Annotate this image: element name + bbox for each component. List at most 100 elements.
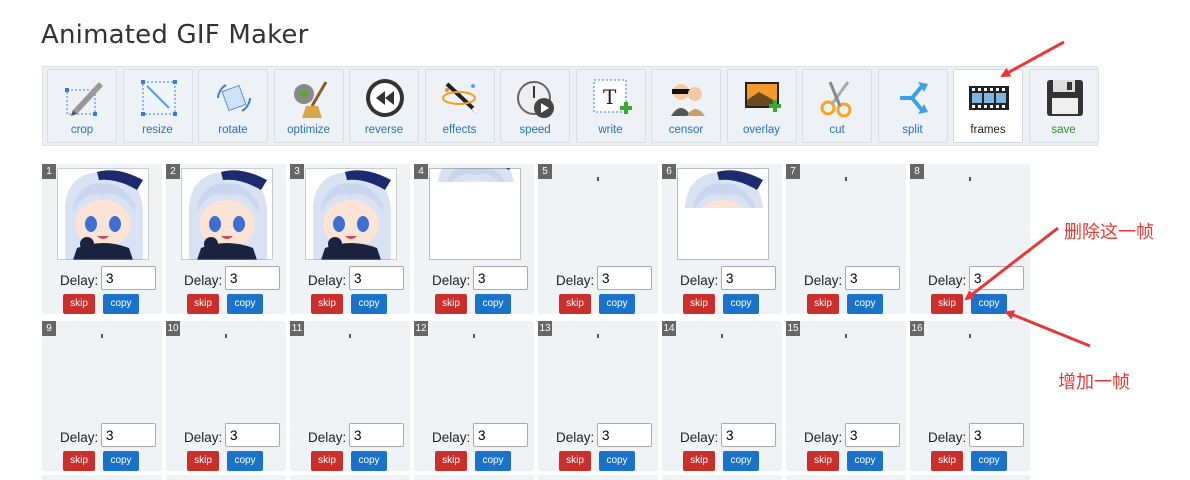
delay-input[interactable] bbox=[225, 266, 280, 290]
copy-button[interactable]: copy bbox=[351, 294, 387, 314]
frame-row-partial bbox=[662, 475, 782, 480]
toolbar-save-button[interactable]: save bbox=[1028, 69, 1099, 143]
frame-number: 15 bbox=[786, 321, 800, 336]
copy-button[interactable]: copy bbox=[227, 451, 263, 471]
skip-button[interactable]: skip bbox=[311, 294, 343, 314]
frame-thumbnail-blank bbox=[969, 177, 971, 181]
crop-icon bbox=[65, 82, 103, 116]
frame-number: 13 bbox=[538, 321, 552, 336]
toolbar-label: split bbox=[902, 124, 923, 136]
toolbar-rotate-button[interactable]: rotate bbox=[198, 69, 268, 143]
skip-button[interactable]: skip bbox=[435, 294, 467, 314]
skip-button[interactable]: skip bbox=[807, 451, 839, 471]
copy-button[interactable]: copy bbox=[971, 451, 1007, 471]
toolbar-write-button[interactable]: Twrite bbox=[575, 69, 646, 143]
copy-button[interactable]: copy bbox=[475, 451, 511, 471]
skip-button[interactable]: skip bbox=[807, 294, 839, 314]
skip-button[interactable]: skip bbox=[187, 294, 219, 314]
copy-button[interactable]: copy bbox=[723, 451, 759, 471]
frame-thumbnail-blank bbox=[349, 334, 351, 338]
toolbar-effects-button[interactable]: effects bbox=[424, 69, 495, 143]
frame-number: 12 bbox=[414, 321, 428, 336]
skip-button[interactable]: skip bbox=[435, 451, 467, 471]
delay-input[interactable] bbox=[101, 423, 156, 447]
copy-button[interactable]: copy bbox=[971, 294, 1007, 314]
frame-number: 3 bbox=[290, 164, 304, 179]
frame-row-partial bbox=[166, 475, 286, 480]
skip-button[interactable]: skip bbox=[683, 451, 715, 471]
reverse-icon bbox=[366, 79, 404, 117]
toolbar-label: resize bbox=[142, 124, 173, 136]
toolbar-resize-button[interactable]: resize bbox=[122, 69, 193, 143]
frame-number: 14 bbox=[662, 321, 676, 336]
toolbar-speed-button[interactable]: speed bbox=[500, 69, 570, 143]
delay-input[interactable] bbox=[225, 423, 280, 447]
toolbar-cut-button[interactable]: cut bbox=[802, 69, 872, 143]
frame-card: 15 Delay: skip copy bbox=[786, 321, 906, 471]
delay-input[interactable] bbox=[597, 423, 652, 447]
frame-thumbnail-blank bbox=[721, 334, 723, 338]
split-icon bbox=[899, 82, 928, 114]
delay-input[interactable] bbox=[349, 266, 404, 290]
delay-input[interactable] bbox=[473, 266, 528, 290]
delay-input[interactable] bbox=[721, 266, 776, 290]
frame-thumbnail bbox=[181, 168, 273, 260]
frame-row-partial bbox=[414, 475, 534, 480]
delay-label: Delay: bbox=[308, 273, 347, 288]
toolbar-label: censor bbox=[668, 124, 704, 136]
delay-label: Delay: bbox=[432, 273, 471, 288]
toolbar-frames-button[interactable]: frames bbox=[953, 69, 1023, 143]
skip-button[interactable]: skip bbox=[311, 451, 343, 471]
copy-button[interactable]: copy bbox=[847, 294, 883, 314]
skip-button[interactable]: skip bbox=[559, 451, 591, 471]
frame-thumbnail-blank bbox=[225, 334, 227, 338]
delay-label: Delay: bbox=[184, 273, 223, 288]
toolbar-crop-button[interactable]: crop bbox=[47, 69, 117, 143]
frame-thumbnail-blank bbox=[597, 334, 599, 338]
frame-thumbnail-blank bbox=[597, 177, 599, 181]
copy-button[interactable]: copy bbox=[103, 294, 139, 314]
delay-input[interactable] bbox=[349, 423, 404, 447]
frame-thumbnail bbox=[429, 168, 521, 260]
delay-label: Delay: bbox=[804, 430, 843, 445]
frame-card: 16 Delay: skip copy bbox=[910, 321, 1030, 471]
frame-thumbnail-blank bbox=[473, 334, 475, 338]
frame-card: 2 Delay: skip copy bbox=[166, 164, 286, 314]
copy-button[interactable]: copy bbox=[599, 451, 635, 471]
skip-button[interactable]: skip bbox=[931, 451, 963, 471]
copy-button[interactable]: copy bbox=[723, 294, 759, 314]
toolbar-label: overlay bbox=[742, 124, 781, 136]
toolbar-overlay-button[interactable]: overlay bbox=[726, 69, 797, 143]
toolbar-split-button[interactable]: split bbox=[877, 69, 948, 143]
frame-card: 8 Delay: skip copy bbox=[910, 164, 1030, 314]
copy-button[interactable]: copy bbox=[103, 451, 139, 471]
delay-input[interactable] bbox=[969, 266, 1024, 290]
delay-input[interactable] bbox=[101, 266, 156, 290]
copy-button[interactable]: copy bbox=[475, 294, 511, 314]
toolbar-censor-button[interactable]: censor bbox=[651, 69, 721, 143]
copy-button[interactable]: copy bbox=[227, 294, 263, 314]
delay-input[interactable] bbox=[721, 423, 776, 447]
copy-button[interactable]: copy bbox=[351, 451, 387, 471]
delay-label: Delay: bbox=[60, 273, 99, 288]
toolbar-reverse-button[interactable]: reverse bbox=[349, 69, 419, 143]
page-title: Animated GIF Maker bbox=[41, 20, 309, 50]
copy-button[interactable]: copy bbox=[847, 451, 883, 471]
skip-button[interactable]: skip bbox=[559, 294, 591, 314]
delay-input[interactable] bbox=[597, 266, 652, 290]
frame-number: 11 bbox=[290, 321, 304, 336]
delay-input[interactable] bbox=[473, 423, 528, 447]
skip-button[interactable]: skip bbox=[187, 451, 219, 471]
delay-input[interactable] bbox=[969, 423, 1024, 447]
toolbar-optimize-button[interactable]: optimize bbox=[273, 69, 344, 143]
censor-icon bbox=[671, 84, 705, 116]
skip-button[interactable]: skip bbox=[683, 294, 715, 314]
skip-button[interactable]: skip bbox=[931, 294, 963, 314]
write-icon: T bbox=[593, 79, 632, 114]
copy-button[interactable]: copy bbox=[599, 294, 635, 314]
delay-input[interactable] bbox=[845, 423, 900, 447]
skip-button[interactable]: skip bbox=[63, 451, 95, 471]
delay-input[interactable] bbox=[845, 266, 900, 290]
cut-icon bbox=[820, 81, 852, 118]
skip-button[interactable]: skip bbox=[63, 294, 95, 314]
